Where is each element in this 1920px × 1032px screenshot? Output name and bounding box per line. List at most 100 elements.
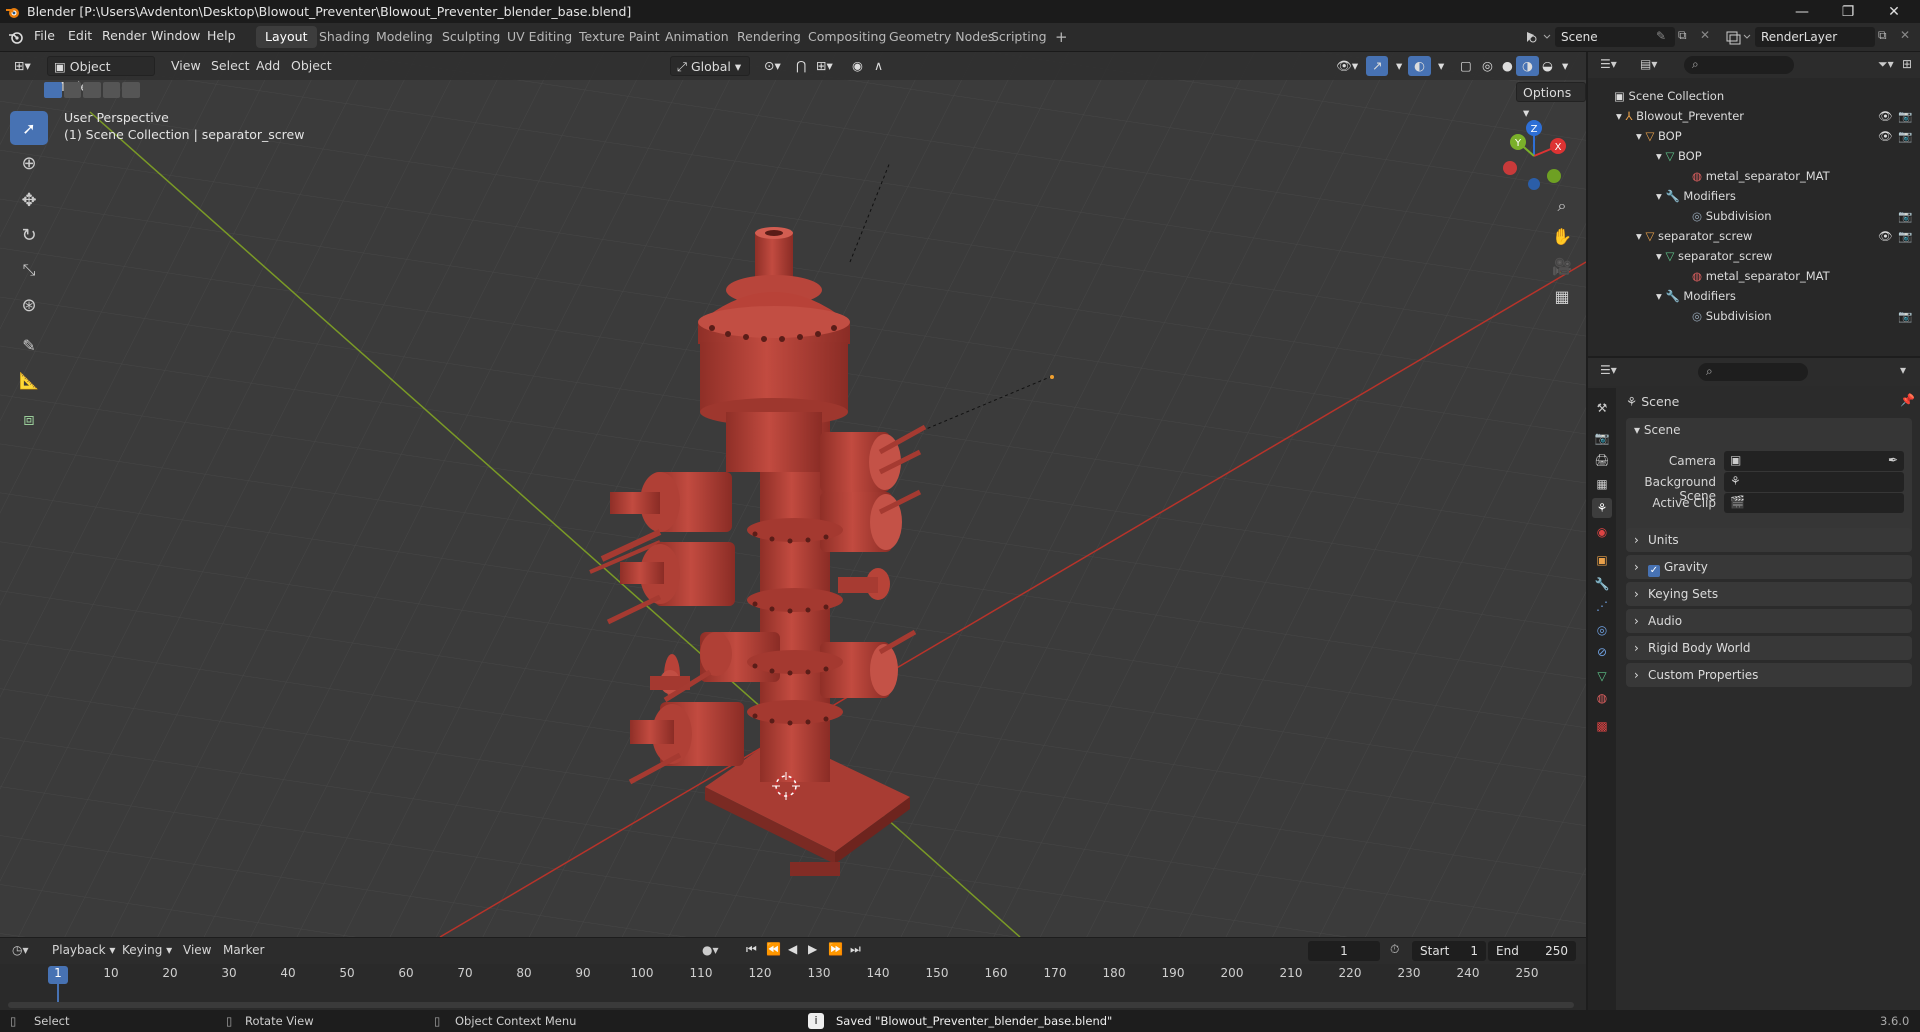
menu-window[interactable]: Window [151,28,200,43]
tab-uv-editing[interactable]: UV Editing [498,26,581,48]
outliner-row-bop-mesh[interactable]: ▾ ▽ BOP [1588,146,1920,166]
camera-icon[interactable]: 📷 [1898,206,1912,226]
options-dropdown[interactable]: Options ▾ [1516,82,1586,120]
outliner-row-modifiers[interactable]: ▾ 🔧 Modifiers [1588,186,1920,206]
eyedropper-icon[interactable]: ✒ [1888,453,1898,467]
active-clip-field[interactable]: 🎬 [1724,493,1904,513]
menu-playback[interactable]: Playback ▾ [52,943,115,957]
play-reverse-icon[interactable]: ◀ [788,942,797,956]
move-tool[interactable]: ✥ [10,183,48,217]
menu-marker[interactable]: Marker [223,943,264,957]
start-frame-field[interactable]: Start 1 [1412,941,1486,961]
light-origin[interactable] [1050,375,1054,379]
minimize-button[interactable]: — [1780,0,1824,23]
editor-type-icon[interactable]: ☰▾ [1600,363,1617,377]
editor-type-icon[interactable]: ⊞▾ [8,56,37,76]
delete-view-layer-icon[interactable]: ✕ [1900,28,1910,42]
tab-scripting[interactable]: Scripting [982,26,1056,48]
outliner-row-separator-screw-mesh[interactable]: ▾ ▽ separator_screw [1588,246,1920,266]
close-button[interactable]: ✕ [1872,0,1916,23]
data-tab-icon[interactable]: ▽ [1592,666,1612,686]
menu-select[interactable]: Select [205,56,256,76]
camera-icon[interactable]: 📷 [1898,126,1912,146]
rotate-tool[interactable]: ↻ [10,218,48,252]
outliner-row-blowout-preventer[interactable]: ▾ ⅄ Blowout_Preventer 👁 📷 [1588,106,1920,126]
transform-tool[interactable]: ⊛ [10,288,48,322]
new-collection-icon[interactable]: ⊞ [1902,57,1912,71]
snap-target-icon[interactable]: ⊞▾ [810,56,839,76]
gizmo-toggle-icon[interactable]: ↗ [1366,56,1389,76]
outliner-row-material-2[interactable]: ◍ metal_separator_MAT [1588,266,1920,286]
select-new-icon[interactable] [44,82,62,98]
outliner-row-separator-screw[interactable]: ▾ ▽ separator_screw 👁 📷 [1588,226,1920,246]
tab-layout[interactable]: Layout [256,26,317,48]
view-layer-selector-icon[interactable] [1724,29,1754,45]
view-layer-tab-icon[interactable]: ▦ [1592,474,1612,494]
proportional-editing-icon[interactable]: ◉ [846,56,869,76]
audio-panel[interactable]: › Audio [1626,609,1912,633]
tab-rendering[interactable]: Rendering [728,26,810,48]
filter-icon[interactable]: ⏷▾ [1878,57,1894,72]
gizmo-dropdown-icon[interactable]: ▾ [1390,56,1408,76]
camera-icon[interactable]: 📷 [1898,106,1912,126]
delete-scene-icon[interactable]: ✕ [1700,28,1710,42]
menu-edit[interactable]: Edit [68,28,92,43]
zoom-icon[interactable]: ⌕ [1548,192,1576,220]
chevron-down-icon[interactable]: ▾ [1900,363,1906,377]
editor-type-icon[interactable]: ☰▾ [1600,57,1617,71]
overlay-toggle-icon[interactable]: ◐ [1408,56,1431,76]
pin-icon[interactable]: 📌 [1900,393,1915,407]
camera-icon[interactable]: 📷 [1898,226,1912,246]
texture-tab-icon[interactable]: ▩ [1592,716,1612,736]
keying-sets-panel[interactable]: › Keying Sets [1626,582,1912,606]
rigid-body-world-panel[interactable]: › Rigid Body World [1626,636,1912,660]
properties-search-input[interactable]: ⌕ [1698,363,1808,381]
select-invert-icon[interactable] [102,82,121,98]
background-scene-field[interactable]: ⚘ [1724,472,1904,492]
pivot-point-icon[interactable]: ⊙▾ [758,56,787,76]
scene-panel-header[interactable]: ▾ Scene [1626,418,1912,442]
eye-icon[interactable]: 👁 [1878,126,1893,146]
viewport-canvas[interactable] [0,52,1586,937]
display-mode-icon[interactable]: ▤▾ [1640,57,1657,71]
xray-icon[interactable]: ▢ [1454,56,1478,76]
camera-view-icon[interactable]: 🎥 [1548,252,1576,280]
select-extend-icon[interactable] [63,82,82,98]
gravity-panel[interactable]: › ✓ Gravity [1626,555,1912,579]
jump-end-icon[interactable]: ⏭ [850,942,861,957]
render-layer-field[interactable]: RenderLayer [1755,27,1875,47]
pin-scene-icon[interactable]: ✎ [1656,29,1666,43]
pan-hand-icon[interactable]: ✋ [1548,222,1576,250]
new-view-layer-icon[interactable]: ⧉ [1878,28,1887,43]
add-workspace-icon[interactable]: + [1046,26,1077,48]
gravity-checkbox[interactable]: ✓ [1648,565,1660,577]
menu-file[interactable]: File [34,28,55,43]
editor-type-icon[interactable]: ◷▾ [12,943,29,957]
snap-icon[interactable]: ⋂ [790,56,812,76]
overlay-dropdown-icon[interactable]: ▾ [1432,56,1450,76]
menu-add[interactable]: Add [250,56,286,76]
world-tab-icon[interactable]: ◉ [1592,522,1612,542]
menu-timeline-view[interactable]: View [183,943,211,957]
selectability-icon[interactable]: 👁▾ [1330,56,1364,76]
tab-animation[interactable]: Animation [656,26,738,48]
transform-orientation-dropdown[interactable]: ⤢ Global ▾ [670,56,750,76]
current-frame-field[interactable]: 1 [1308,941,1380,961]
modifier-tab-icon[interactable]: 🔧 [1592,574,1612,594]
cursor-tool[interactable]: ⊕ [10,146,48,180]
custom-properties-panel[interactable]: › Custom Properties [1626,663,1912,687]
camera-field[interactable]: ▣ ✒ [1724,451,1904,471]
menu-object[interactable]: Object [285,56,338,76]
camera-icon[interactable]: 📷 [1898,306,1912,326]
scale-tool[interactable]: ⤡ [10,253,48,287]
menu-view[interactable]: View [165,56,207,76]
maximize-button[interactable]: ❐ [1826,0,1870,23]
timeline-scrollbar[interactable] [8,1002,1574,1008]
falloff-icon[interactable]: ∧ [868,56,889,76]
particles-tab-icon[interactable]: ⋰ [1592,596,1612,616]
material-tab-icon[interactable]: ◍ [1592,688,1612,708]
add-cube-tool[interactable]: ⧈ [10,402,48,436]
outliner-search-input[interactable]: ⌕ [1684,56,1794,74]
navigation-gizmo[interactable]: Z X Y [1496,118,1572,194]
constraints-tab-icon[interactable]: ⊘ [1592,642,1612,662]
